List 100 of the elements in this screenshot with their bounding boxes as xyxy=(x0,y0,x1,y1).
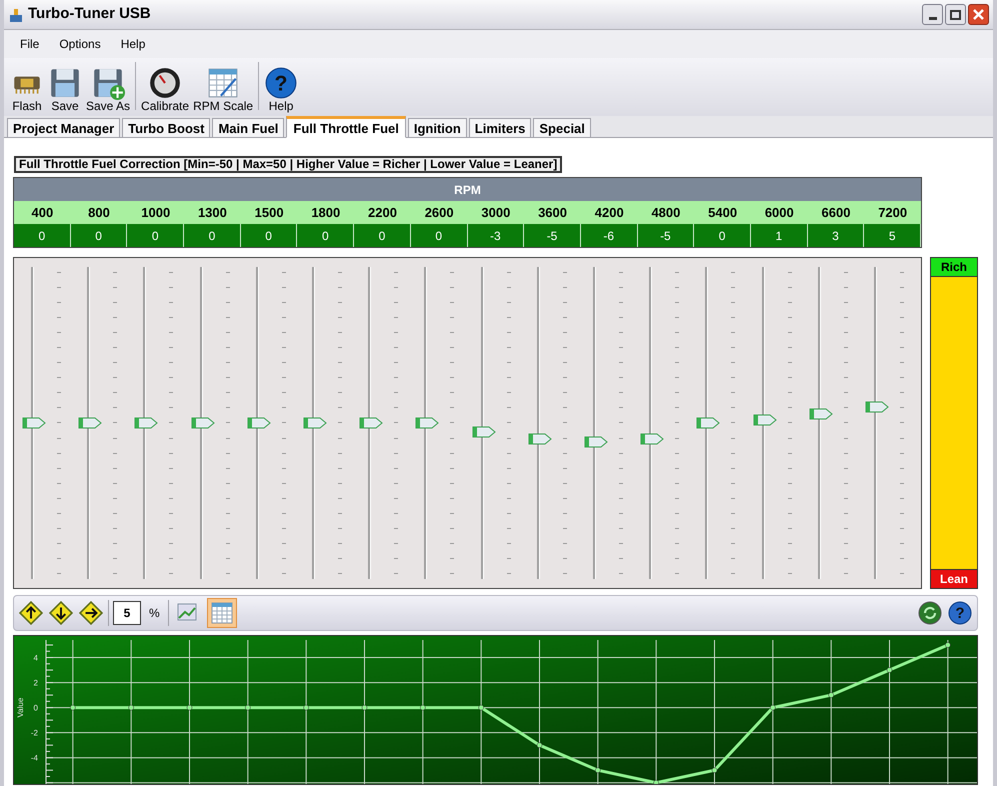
toolbar-button[interactable]: Calibrate xyxy=(139,66,192,113)
slider-thumb[interactable] xyxy=(640,432,664,445)
slider[interactable] xyxy=(246,267,271,579)
slider[interactable] xyxy=(696,267,720,579)
spreadsheet-icon xyxy=(206,66,240,100)
rich-label: Rich xyxy=(931,258,977,277)
table-cell-text: 6600 xyxy=(820,204,852,222)
view-button[interactable] xyxy=(206,598,237,628)
table-cell: 0 xyxy=(240,224,298,247)
help-button[interactable]: ? xyxy=(947,600,973,626)
slider-thumb[interactable] xyxy=(134,417,158,429)
tab[interactable]: Turbo Boost xyxy=(122,118,210,137)
table-cell: -6 xyxy=(580,224,638,247)
slider[interactable] xyxy=(528,267,552,579)
tab[interactable]: Ignition xyxy=(408,118,467,137)
slider[interactable] xyxy=(808,267,833,579)
up-arrow-icon xyxy=(19,601,43,625)
point xyxy=(186,704,192,710)
slider-thumb[interactable] xyxy=(246,417,271,429)
table-cell: 0 xyxy=(354,224,411,247)
help-icon: ? xyxy=(264,66,298,100)
maximize-icon xyxy=(950,10,961,20)
table-cell-text: 3600 xyxy=(537,204,568,222)
slider[interactable] xyxy=(415,267,440,579)
table-cell: 0 xyxy=(297,224,354,247)
refresh-button[interactable] xyxy=(917,600,943,626)
point xyxy=(245,704,251,710)
point xyxy=(70,704,76,710)
toolbar-button[interactable]: RPM Scale xyxy=(191,66,256,113)
close-button[interactable] xyxy=(968,4,989,25)
floppy-disk-plus-icon xyxy=(91,66,126,100)
slider-thumb[interactable] xyxy=(415,417,440,429)
step-button[interactable] xyxy=(48,600,74,626)
step-field[interactable]: 5 xyxy=(113,601,141,625)
table-cell-text: 800 xyxy=(87,204,111,222)
slider[interactable] xyxy=(303,267,328,579)
tab[interactable]: Limiters xyxy=(468,118,532,137)
slider-thumb[interactable] xyxy=(78,417,102,429)
maximize-button[interactable] xyxy=(945,4,966,25)
slider-thumb[interactable] xyxy=(528,432,552,445)
point xyxy=(595,767,601,773)
tab[interactable]: Full Throttle Fuel xyxy=(286,116,406,138)
slider-thumb[interactable] xyxy=(808,408,833,420)
table-cell-text: 2200 xyxy=(367,204,398,222)
menu-item[interactable]: Options xyxy=(59,35,101,53)
unit-label: % xyxy=(149,605,160,622)
tab[interactable]: Special xyxy=(533,118,591,137)
toolbar-button[interactable]: ? Help xyxy=(262,66,300,113)
point xyxy=(945,642,951,648)
tick-label: 4 xyxy=(34,654,38,663)
minimize-icon xyxy=(928,17,936,20)
table-cell-text: 3000 xyxy=(480,204,512,222)
slider-thumb[interactable] xyxy=(752,414,777,426)
slider-thumb[interactable] xyxy=(22,417,46,429)
slider-thumb[interactable] xyxy=(864,401,889,414)
slider-thumb[interactable] xyxy=(359,417,384,429)
app-icon xyxy=(8,6,24,22)
toolbar-button[interactable]: Save xyxy=(46,66,84,113)
point xyxy=(712,767,718,773)
slider[interactable] xyxy=(752,267,777,579)
slider[interactable] xyxy=(640,267,664,579)
table-cell: 0 xyxy=(14,224,71,247)
table-cell: 0 xyxy=(127,224,184,247)
point xyxy=(536,742,542,748)
slider[interactable] xyxy=(78,267,102,579)
table-cell-text: 2600 xyxy=(424,204,455,222)
table-cell-text: 6000 xyxy=(764,204,795,222)
step-button[interactable] xyxy=(18,600,44,626)
slider[interactable] xyxy=(22,267,46,579)
slider[interactable] xyxy=(134,267,158,579)
slider-thumb[interactable] xyxy=(472,426,496,438)
menu-item[interactable]: Help xyxy=(120,35,146,53)
menu-item[interactable]: File xyxy=(20,35,40,53)
table-cell: 0 xyxy=(694,224,751,247)
table-cell-text: 1500 xyxy=(254,204,285,222)
slider[interactable] xyxy=(584,267,608,579)
table-cell-text: 1000 xyxy=(140,204,172,222)
slider-thumb[interactable] xyxy=(696,417,720,429)
slider-thumb[interactable] xyxy=(303,417,328,429)
tab[interactable]: Main Fuel xyxy=(212,118,284,137)
table-cell-text: 7200 xyxy=(877,204,908,222)
minimize-button[interactable] xyxy=(922,4,943,25)
point xyxy=(886,667,892,673)
table-cell-text: 1800 xyxy=(310,204,342,222)
slider[interactable] xyxy=(359,267,384,579)
toolbar-button[interactable]: Flash xyxy=(8,66,46,113)
step-button[interactable] xyxy=(78,600,104,626)
slider-thumb[interactable] xyxy=(190,417,215,429)
slider[interactable] xyxy=(190,267,215,579)
slider[interactable] xyxy=(472,267,496,579)
table-cell: 0 xyxy=(70,224,128,247)
table-cell: -5 xyxy=(524,224,581,247)
slider[interactable] xyxy=(864,267,889,579)
table-cell: 5 xyxy=(864,224,921,247)
table-cell-text: 4800 xyxy=(650,204,682,222)
lean-label: Lean xyxy=(931,569,977,588)
toolbar-button[interactable]: Save As xyxy=(84,66,132,113)
tab[interactable]: Project Manager xyxy=(7,118,120,137)
slider-thumb[interactable] xyxy=(584,436,608,448)
table-cell: -5 xyxy=(638,224,694,247)
